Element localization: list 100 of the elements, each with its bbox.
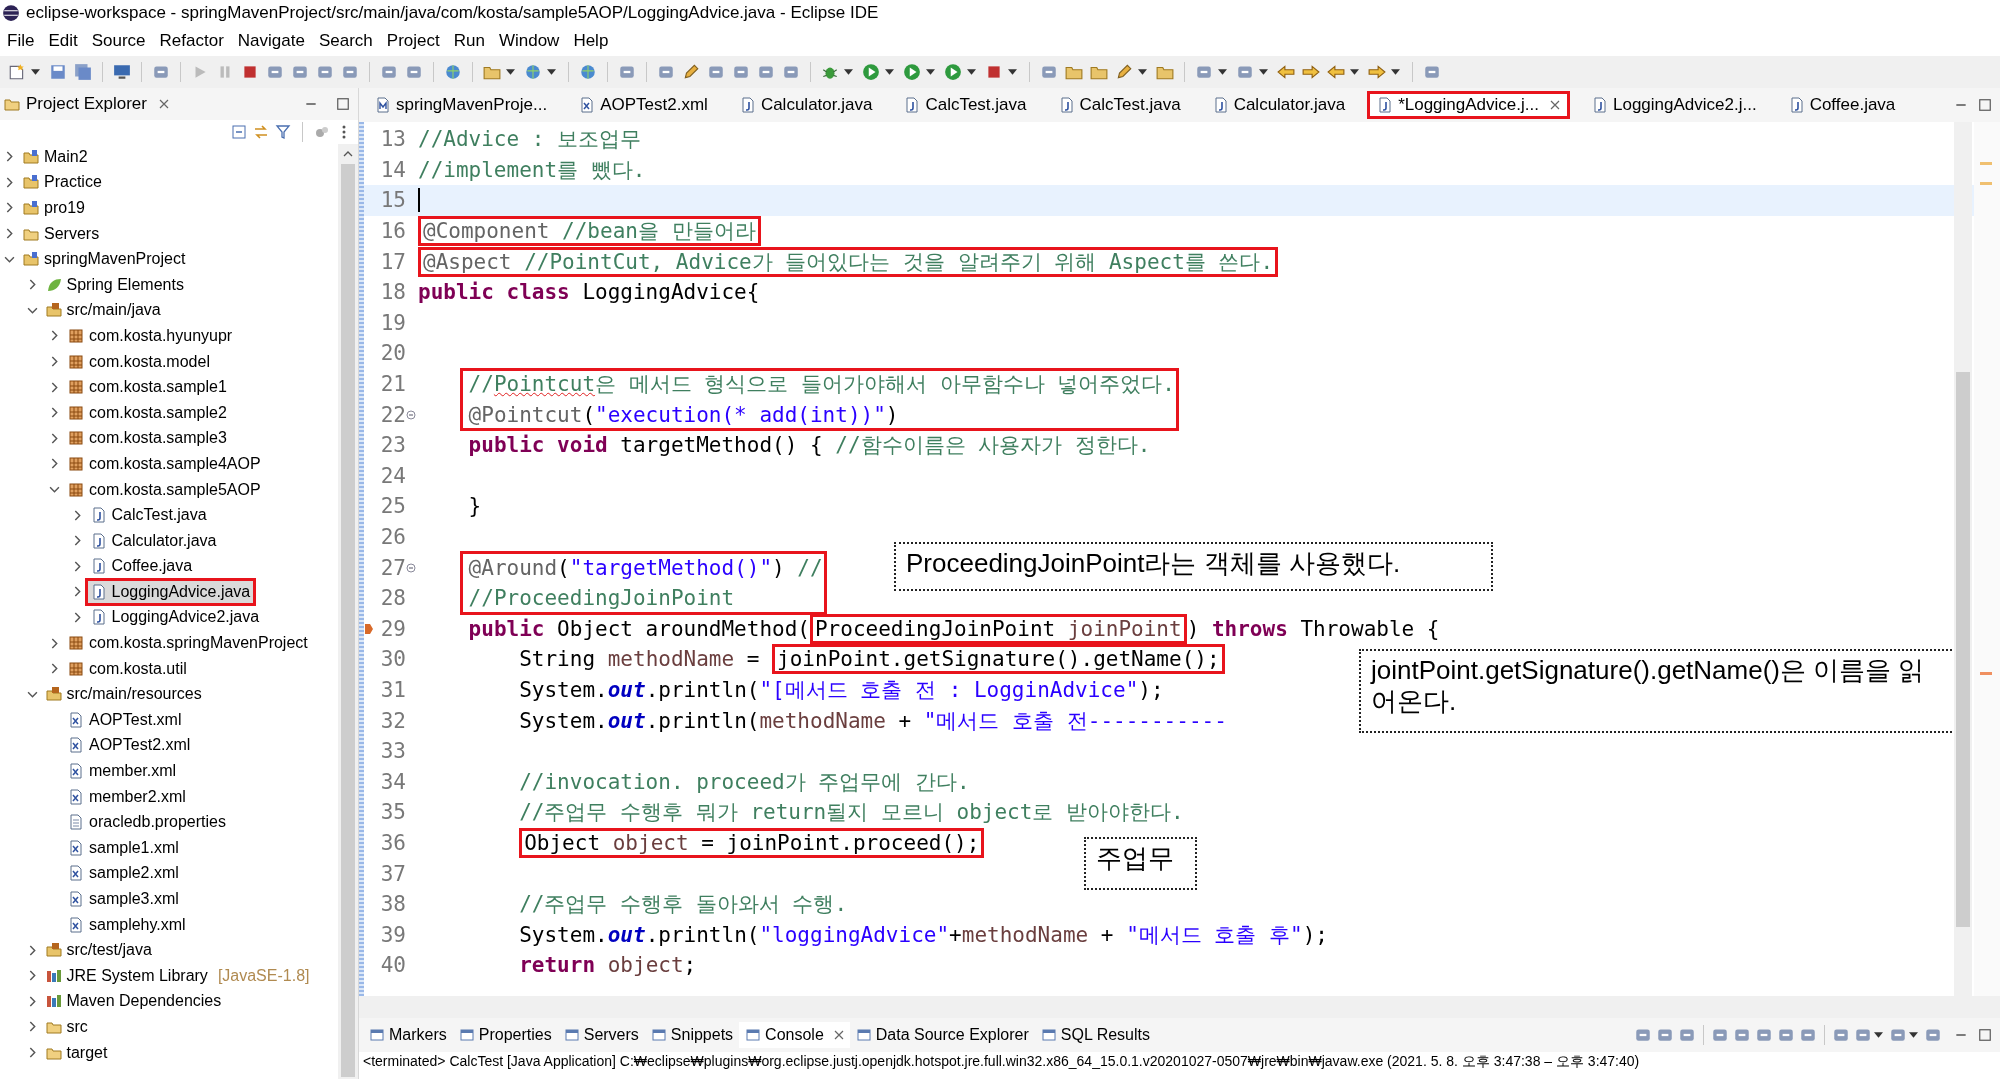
toolbar-icon[interactable] (291, 63, 309, 81)
dropdown-caret-icon[interactable] (967, 69, 976, 75)
menu-item[interactable]: Window (491, 31, 567, 51)
toolbar-icon[interactable] (1423, 63, 1441, 81)
close-icon[interactable] (158, 99, 169, 109)
toolbar-icon[interactable] (1678, 1026, 1696, 1044)
forward-arrow-icon[interactable] (1302, 63, 1320, 81)
tree-item[interactable]: com.kosta.hyunyupr (65, 324, 236, 347)
tree-item[interactable]: Servers (20, 222, 103, 245)
view-tab[interactable]: Console (739, 1022, 850, 1048)
menu-item[interactable]: Navigate (230, 31, 312, 51)
tree-item[interactable]: LoggingAdvice2.java (87, 606, 263, 629)
tree-item[interactable]: samplehy.xml (65, 913, 189, 936)
dropdown-caret-icon[interactable] (1218, 69, 1227, 75)
expand-chevron-icon[interactable] (4, 176, 15, 188)
expand-chevron-icon[interactable] (49, 330, 60, 342)
scrollbar[interactable] (1954, 122, 1972, 996)
run-icon[interactable] (944, 63, 962, 81)
menu-item[interactable]: Project (379, 31, 447, 51)
tree-item[interactable]: Maven Dependencies (42, 990, 225, 1013)
tree-item[interactable]: src/main/resources (42, 683, 205, 706)
toolbar-icon[interactable] (1777, 1026, 1795, 1044)
expand-chevron-icon[interactable] (49, 458, 60, 470)
close-icon[interactable] (833, 1030, 844, 1040)
editor-tab[interactable]: CalcTest.java (894, 91, 1037, 119)
toolbar-icon[interactable] (1634, 1026, 1652, 1044)
new-file-icon[interactable] (8, 63, 26, 81)
dropdown-caret-icon[interactable] (885, 69, 894, 75)
dropdown-caret-icon[interactable] (1259, 69, 1268, 75)
toolbar-icon[interactable] (316, 63, 334, 81)
tree-item[interactable]: member.xml (65, 760, 180, 783)
back-arrow-icon[interactable] (1277, 63, 1295, 81)
toolbar-icon[interactable] (732, 63, 750, 81)
toolbar-icon[interactable] (618, 63, 636, 81)
menu-item[interactable]: Refactor (152, 31, 231, 51)
tree-item[interactable]: src/main/java (42, 299, 164, 322)
filter-icon[interactable] (275, 124, 291, 140)
monitor-icon[interactable] (113, 63, 131, 81)
toolbar-icon[interactable] (1924, 1026, 1942, 1044)
tree-item[interactable]: Practice (20, 171, 105, 194)
toolbar-icon[interactable] (1195, 63, 1213, 81)
tree-item[interactable]: Main2 (20, 145, 91, 168)
pencil-icon[interactable] (1115, 63, 1133, 81)
editor-tab[interactable]: springMavenProje... (365, 91, 558, 119)
tree-item[interactable]: Calculator.java (87, 529, 220, 552)
tree-item[interactable]: JRE System Library [JavaSE-1.8] (42, 964, 313, 987)
circles-icon[interactable] (314, 124, 330, 140)
editor-tab[interactable]: Calculator.java (1202, 91, 1356, 119)
expand-chevron-icon[interactable] (4, 228, 15, 240)
editor-tab[interactable]: Coffee.java (1778, 91, 1906, 119)
toolbar-icon[interactable] (1832, 1026, 1850, 1044)
toolbar-icon[interactable] (707, 63, 725, 81)
save-all-icon[interactable] (74, 63, 92, 81)
expand-chevron-icon[interactable] (49, 663, 60, 675)
tree-item[interactable]: com.kosta.springMavenProject (65, 632, 311, 655)
dropdown-caret-icon[interactable] (547, 69, 556, 75)
toolbar-icon[interactable] (380, 63, 398, 81)
dropdown-caret-icon[interactable] (1391, 69, 1400, 75)
maximize-icon[interactable] (1978, 1028, 1992, 1042)
expand-chevron-icon[interactable] (49, 407, 60, 419)
dropdown-caret-icon[interactable] (1909, 1032, 1918, 1038)
forward-arrow-icon[interactable] (1368, 63, 1386, 81)
menu-item[interactable]: Help (566, 31, 616, 51)
run-icon[interactable] (903, 63, 921, 81)
tree-item[interactable]: src/test/java (42, 939, 155, 962)
collapse-icon[interactable] (406, 562, 416, 573)
menu-item[interactable]: File (0, 31, 42, 51)
tree-item[interactable]: src (42, 1016, 91, 1038)
dropdown-caret-icon[interactable] (1874, 1032, 1883, 1038)
stop-icon[interactable] (985, 63, 1003, 81)
toolbar-icon[interactable] (152, 63, 170, 81)
editor-tab[interactable]: *LoggingAdvice.j... (1367, 91, 1570, 119)
expand-chevron-icon[interactable] (4, 151, 15, 163)
toolbar-icon[interactable] (1656, 1026, 1674, 1044)
back-arrow-icon[interactable] (1327, 63, 1345, 81)
run-icon[interactable] (862, 63, 880, 81)
editor-tab[interactable]: LoggingAdvice2.j... (1581, 91, 1767, 119)
dropdown-caret-icon[interactable] (1008, 69, 1017, 75)
save-icon[interactable] (49, 63, 67, 81)
toolbar-icon[interactable] (657, 63, 675, 81)
view-tab[interactable]: Markers (363, 1022, 453, 1048)
expand-chevron-icon[interactable] (49, 381, 60, 393)
tree-item[interactable]: springMavenProject (20, 248, 189, 271)
tree-item[interactable]: Coffee.java (87, 555, 196, 578)
editor-tab[interactable]: CalcTest.java (1048, 91, 1191, 119)
toolbar-icon[interactable] (1799, 1026, 1817, 1044)
view-tab[interactable]: Servers (557, 1022, 645, 1048)
toolbar-icon[interactable] (1733, 1026, 1751, 1044)
tree-item[interactable]: com.kosta.util (65, 657, 190, 680)
collapse-icon[interactable] (406, 409, 416, 420)
dropdown-caret-icon[interactable] (31, 69, 40, 75)
toolbar-icon[interactable] (266, 63, 284, 81)
tree-item[interactable]: AOPTest.xml (65, 708, 185, 731)
tree-item[interactable]: oracledb.properties (65, 811, 229, 834)
menu-item[interactable]: Search (311, 31, 380, 51)
tree-item[interactable]: sample3.xml (65, 888, 182, 910)
toolbar-icon[interactable] (1236, 63, 1254, 81)
toolbar-icon[interactable] (341, 63, 359, 81)
maximize-icon[interactable] (336, 97, 350, 111)
view-tab[interactable]: Data Source Explorer (849, 1022, 1035, 1048)
